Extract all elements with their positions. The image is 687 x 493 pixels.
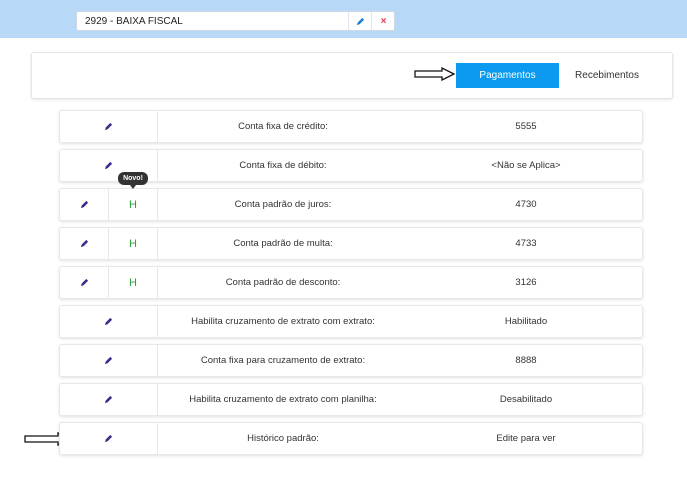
history-button[interactable]: H [109,228,157,259]
edit-company-button[interactable] [348,12,372,30]
edit-row-button[interactable] [60,384,158,415]
tab-pagamentos[interactable]: Pagamentos [456,63,559,88]
settings-row: Habilita cruzamento de extrato com plani… [59,383,643,416]
settings-row: H Conta padrão de multa: 4733 [59,227,643,260]
row-value: 4733 [515,238,537,249]
row-actions: H [60,228,158,259]
row-label: Conta padrão de juros: [234,199,332,210]
row-label: Conta fixa de débito: [239,160,327,171]
settings-row: Conta fixa de crédito: 5555 [59,110,643,143]
company-selector[interactable]: 2929 - BAIXA FISCAL × [76,11,395,31]
pencil-icon [104,434,113,443]
pencil-icon [80,200,88,209]
row-value: Habilitado [504,316,548,327]
settings-row: Histórico padrão: Edite para ver [59,422,643,455]
row-value: 4730 [515,199,537,210]
new-badge: Novo! [118,172,148,189]
arrow-pointer-icon [414,67,456,81]
row-label: Conta fixa para cruzamento de extrato: [200,355,366,366]
company-selector-value: 2929 - BAIXA FISCAL [85,16,183,27]
pencil-icon [104,161,113,170]
row-value: 8888 [515,355,537,366]
pencil-icon [104,122,113,131]
edit-row-button[interactable] [60,423,158,454]
pencil-icon [356,17,365,25]
row-label: Conta padrão de multa: [233,238,333,249]
tabs-panel: Pagamentos Recebimentos [31,52,673,99]
pencil-icon [80,239,88,248]
row-value: 3126 [515,277,537,288]
row-value: <Não se Aplica> [491,160,561,171]
edit-row-button[interactable] [60,267,109,298]
tab-recebimentos[interactable]: Recebimentos [567,63,647,88]
row-value: 5555 [515,121,537,132]
pencil-icon [80,278,88,287]
settings-row: H Conta padrão de desconto: 3126 [59,266,643,299]
clear-company-button[interactable]: × [371,12,395,30]
row-actions: H [60,189,158,220]
row-label: Habilita cruzamento de extrato com plani… [189,394,377,405]
settings-row: H Conta padrão de juros: 4730 [59,188,643,221]
row-actions: H [60,267,158,298]
edit-row-button[interactable] [60,345,158,376]
settings-row: Conta fixa para cruzamento de extrato: 88… [59,344,643,377]
edit-row-button[interactable] [60,228,109,259]
pencil-icon [104,317,113,326]
pencil-icon [104,395,113,404]
settings-row: Habilita cruzamento de extrato com extra… [59,305,643,338]
row-label: Conta padrão de desconto: [225,277,341,288]
row-value: Desabilitado [499,394,553,405]
row-label: Habilita cruzamento de extrato com extra… [191,316,375,327]
edit-row-button[interactable] [60,189,109,220]
row-value: Edite para ver [496,433,556,444]
history-button[interactable]: H [109,267,157,298]
close-icon: × [380,15,387,27]
edit-row-button[interactable] [60,111,158,142]
pencil-icon [104,356,113,365]
history-button[interactable]: H [109,189,157,220]
row-label: Histórico padrão: [247,433,319,444]
row-label: Conta fixa de crédito: [238,121,328,132]
edit-row-button[interactable] [60,306,158,337]
